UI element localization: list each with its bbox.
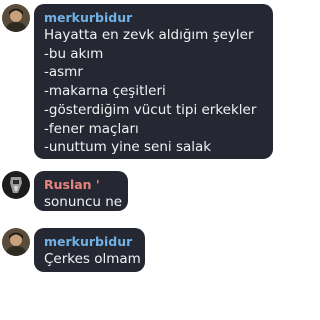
message-line: sonuncu ne — [44, 194, 123, 210]
message-line: -gösterdiğim vücut tipi erkekler — [44, 101, 257, 118]
message-line: -unuttum yine seni salak — [44, 139, 212, 156]
avatar[interactable] — [2, 171, 30, 199]
message-line: -makarna çeşitleri — [44, 83, 166, 100]
message-bubble[interactable]: merkurbidur Hayatta en zevk aldığım şeyl… — [34, 4, 273, 159]
message-bubble[interactable]: Ruslan ' sonuncu ne — [34, 171, 128, 211]
chat-thread: merkurbidur Hayatta en zevk aldığım şeyl… — [0, 0, 277, 320]
message-line: Hayatta en zevk aldığım şeyler — [44, 27, 254, 43]
sender-name[interactable]: Ruslan ' — [44, 177, 120, 193]
message-line: Çerkes olmam — [44, 251, 141, 267]
avatar[interactable] — [2, 4, 30, 32]
message-line: -bu akım — [44, 45, 104, 62]
message-line: -fener maçları — [44, 120, 139, 137]
message-line: -asmr — [44, 64, 83, 81]
message-bubble[interactable]: merkurbidur Çerkes olmam — [34, 228, 145, 272]
sender-name[interactable]: merkurbidur — [44, 10, 265, 26]
sender-name[interactable]: merkurbidur — [44, 234, 137, 250]
avatar[interactable] — [2, 228, 30, 256]
